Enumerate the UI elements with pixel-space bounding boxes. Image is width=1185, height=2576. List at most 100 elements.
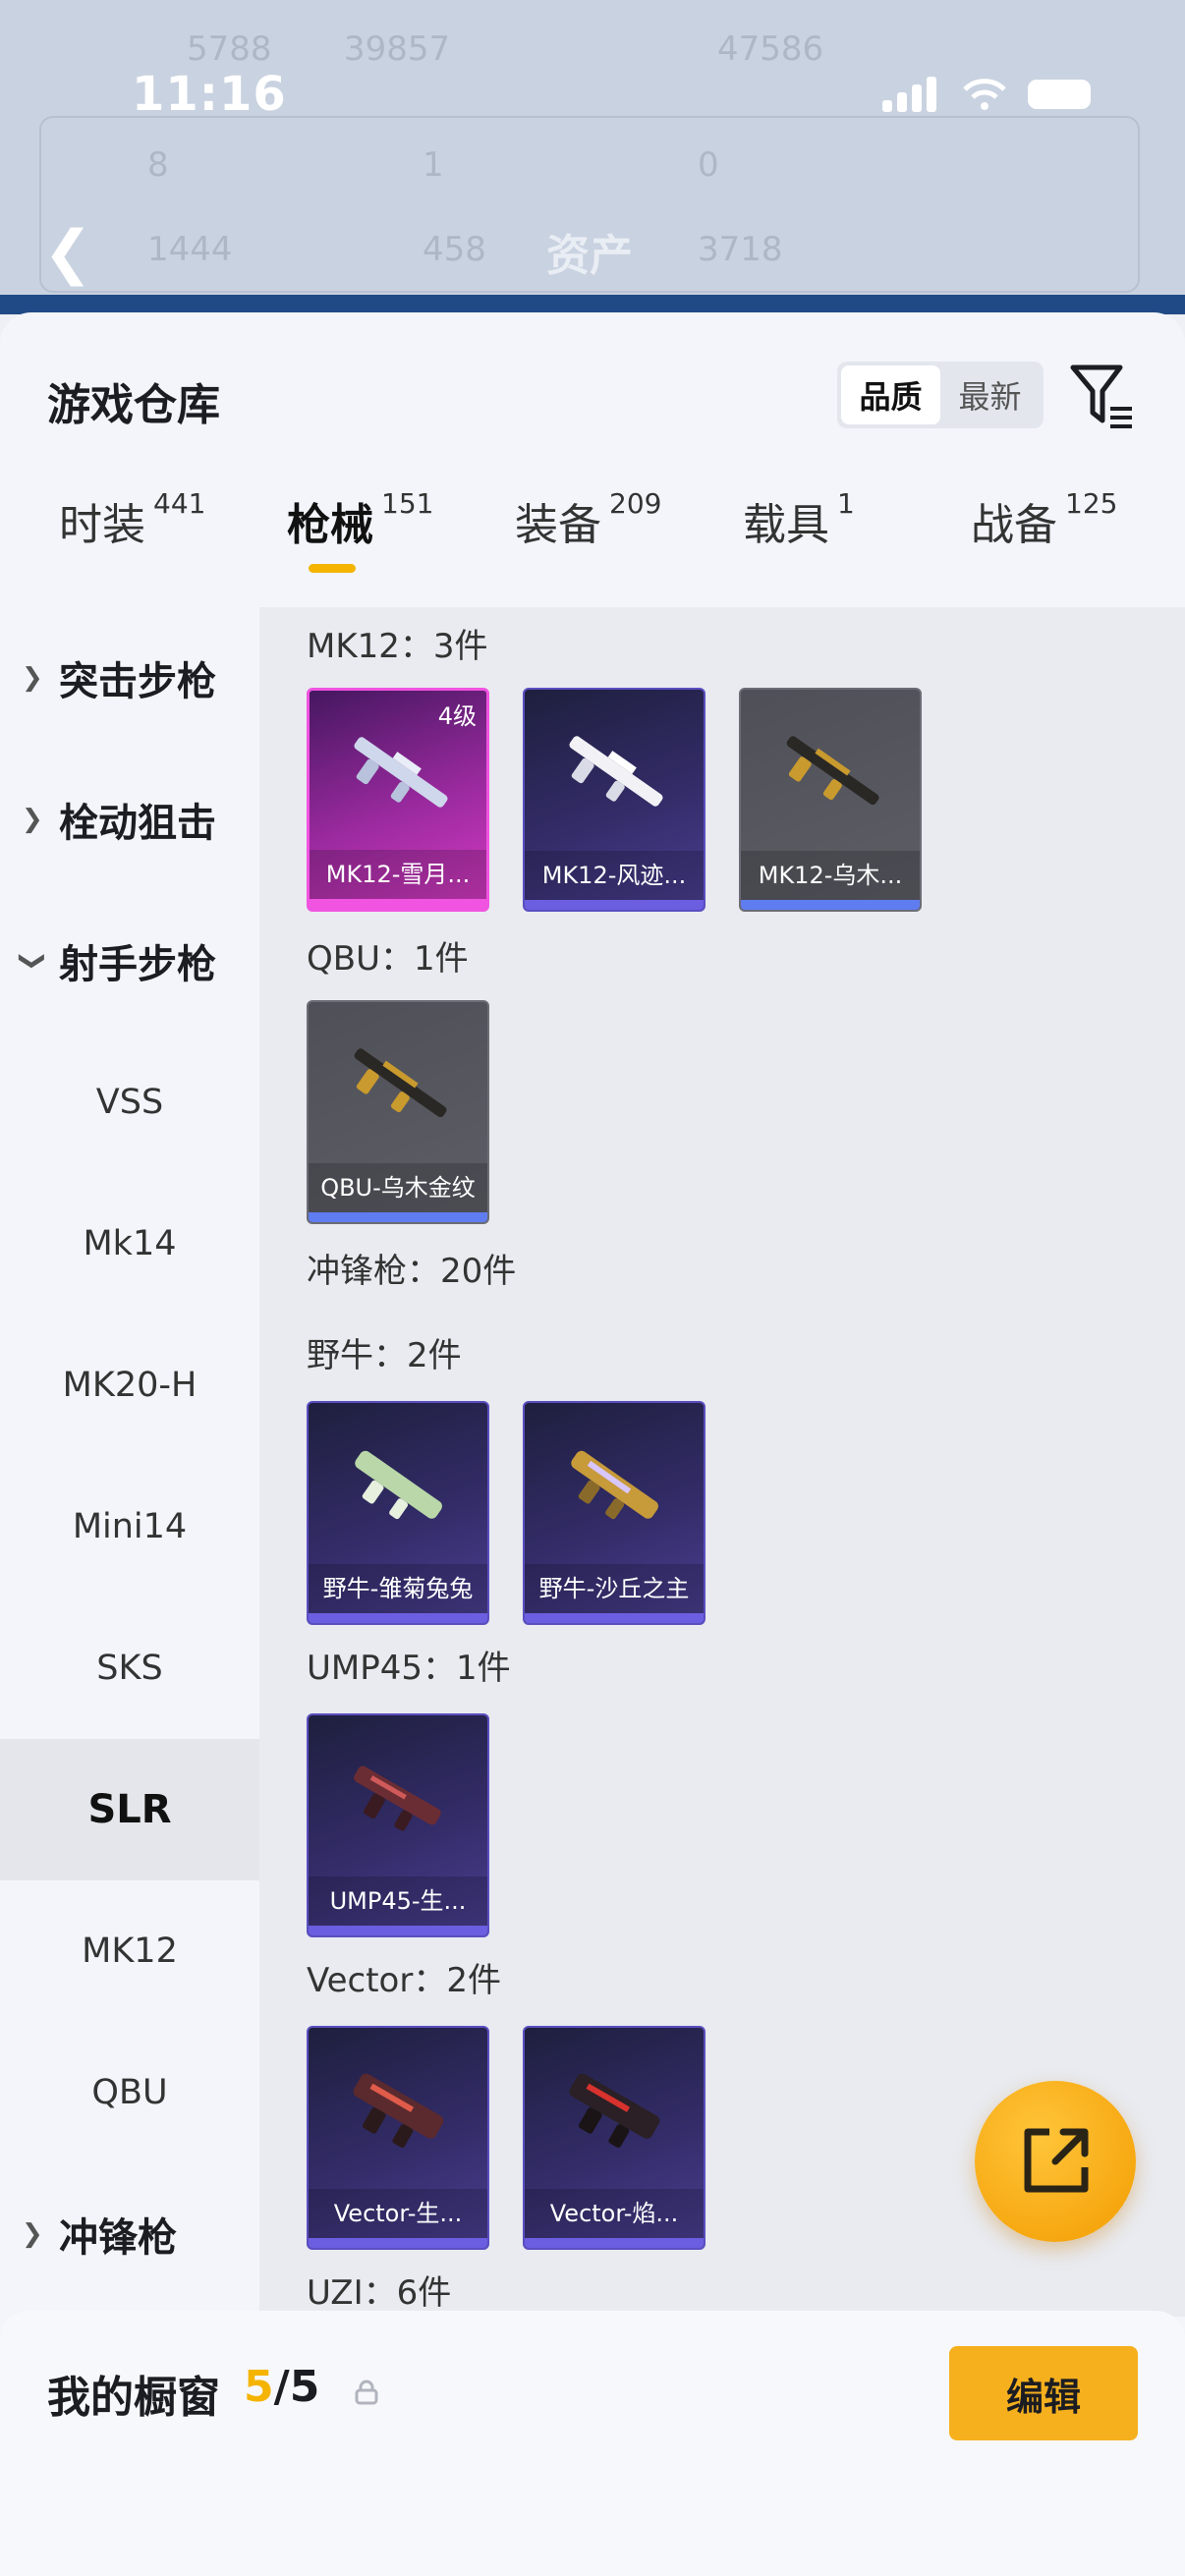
group-title: UMP45：1件 — [307, 1649, 511, 1688]
sidebar-item-mk20h[interactable]: MK20-H — [0, 1315, 259, 1456]
smg-icon — [355, 1450, 442, 1520]
weapon-sidebar: ❯ 突击步枪 ❯ 栓动狙击 ❯ 射手步枪 VSS Mk14 MK20-H Mini14… — [0, 607, 259, 2317]
bg-text: 47586 — [717, 29, 824, 69]
rarity-bar — [309, 1926, 487, 1935]
weapon-card[interactable]: Vector-焰... — [523, 2026, 705, 2250]
back-arrow-icon[interactable]: ❮ — [43, 218, 92, 287]
weapon-name: UMP45-生... — [309, 1876, 487, 1926]
weapon-name: Vector-焰... — [525, 2189, 704, 2238]
status-time: 11:16 — [132, 67, 287, 122]
group-title: 野牛：2件 — [307, 1336, 462, 1375]
group-title: Vector：2件 — [307, 1961, 501, 2000]
sidebar-item-vss[interactable]: VSS — [0, 1032, 259, 1173]
rifle-icon — [786, 736, 879, 806]
tab-label: 载具 — [743, 500, 829, 550]
tab-label: 装备 — [515, 500, 601, 550]
tab-count: 151 — [381, 487, 434, 520]
showcase-bar: 我的橱窗 5/5 编辑 — [0, 2311, 1185, 2576]
weapon-name: MK12-雪月... — [310, 850, 486, 899]
sort-quality-button[interactable]: 品质 — [841, 365, 940, 424]
bg-text: 39857 — [344, 29, 451, 69]
rarity-bar — [309, 2238, 487, 2248]
filter-icon[interactable] — [1069, 362, 1136, 430]
weapon-name: 野牛-雏菊兔兔 — [309, 1564, 487, 1613]
sidebar-item-marksman-rifles[interactable]: ❯ 射手步枪 — [0, 890, 259, 1032]
showcase-count: 5/5 — [244, 2362, 319, 2412]
sidebar-item-mini14[interactable]: Mini14 — [0, 1456, 259, 1597]
tab-count: 209 — [609, 487, 662, 520]
wifi-icon — [963, 79, 1006, 110]
group-title: UZI：6件 — [307, 2273, 452, 2313]
edit-button[interactable]: 编辑 — [949, 2346, 1138, 2440]
sidebar-item-mk14[interactable]: Mk14 — [0, 1173, 259, 1315]
showcase-count-current: 5 — [244, 2362, 274, 2412]
sort-newest-button[interactable]: 最新 — [940, 365, 1040, 424]
bg-text: 458 — [423, 230, 486, 269]
sidebar-item-label: 栓动狙击 — [59, 801, 216, 846]
rarity-bar — [309, 1212, 487, 1222]
weapon-grid: MK12：3件 4级 MK12-雪月... MK12-风迹... MK12-乌木… — [259, 607, 1185, 2317]
signal-icon — [882, 77, 941, 112]
weapon-card[interactable]: MK12-风迹... — [523, 688, 705, 912]
share-icon — [1024, 2128, 1089, 2193]
rarity-bar — [741, 900, 920, 910]
weapon-name: MK12-风迹... — [525, 851, 704, 900]
sidebar-item-mk12[interactable]: MK12 — [0, 1880, 259, 2022]
sidebar-item-label: 突击步枪 — [59, 659, 216, 704]
tab-active-indicator — [309, 564, 356, 573]
group-title: 冲锋枪：20件 — [307, 1252, 517, 1291]
weapon-card[interactable]: Vector-生... — [307, 2026, 489, 2250]
tab-label: 枪械 — [287, 500, 373, 550]
weapon-card[interactable]: MK12-乌木... — [739, 688, 922, 912]
weapon-name: QBU-乌木金纹 — [309, 1163, 487, 1212]
rifle-icon — [354, 737, 448, 808]
warehouse-sheet: 游戏仓库 品质 最新 时装 441 枪械 151 装备 209 载具 1 战备 125 ❯… — [0, 312, 1185, 2576]
bg-text: 1 — [423, 145, 444, 185]
sidebar-item-assault-rifles[interactable]: ❯ 突击步枪 — [0, 607, 259, 749]
bg-text: 3718 — [698, 230, 783, 269]
tab-count: 441 — [153, 487, 206, 520]
weapon-card[interactable]: 野牛-雏菊兔兔 — [307, 1401, 489, 1625]
sidebar-item-sks[interactable]: SKS — [0, 1597, 259, 1739]
sort-toggle: 品质 最新 — [837, 362, 1044, 428]
rarity-bar — [525, 900, 704, 910]
tab-equipment[interactable]: 装备 209 — [515, 487, 662, 552]
weapon-card[interactable]: 野牛-沙丘之主 — [523, 1401, 705, 1625]
rarity-bar — [310, 899, 486, 909]
category-tabs: 时装 441 枪械 151 装备 209 载具 1 战备 125 — [0, 487, 1185, 607]
bg-text: 5788 — [187, 29, 272, 69]
weapon-card[interactable]: UMP45-生... — [307, 1713, 489, 1937]
bg-text: 1444 — [147, 230, 233, 269]
showcase-count-total: /5 — [273, 2362, 320, 2412]
sidebar-item-smg[interactable]: ❯ 冲锋枪 — [0, 2163, 259, 2305]
sidebar-item-label: 射手步枪 — [59, 942, 216, 987]
rarity-bar — [525, 1613, 704, 1623]
sidebar-item-slr[interactable]: SLR — [0, 1739, 259, 1880]
smg-icon — [353, 2073, 444, 2148]
rifle-icon — [354, 1048, 447, 1118]
chevron-right-icon: ❯ — [22, 663, 43, 693]
battery-icon — [1028, 80, 1091, 109]
weapon-name: 野牛-沙丘之主 — [525, 1564, 704, 1613]
tab-vehicles[interactable]: 载具 1 — [743, 487, 855, 552]
tab-fashion[interactable]: 时装 441 — [59, 487, 206, 552]
rifle-icon — [569, 736, 663, 807]
weapon-name: Vector-生... — [309, 2189, 487, 2238]
chevron-right-icon: ❯ — [22, 2219, 43, 2249]
tab-tactical[interactable]: 战备 125 — [971, 487, 1117, 552]
tab-label: 时装 — [59, 500, 145, 550]
sidebar-item-qbu[interactable]: QBU — [0, 2022, 259, 2163]
share-fab-button[interactable] — [975, 2081, 1136, 2242]
group-title: MK12：3件 — [307, 627, 488, 666]
weapon-card[interactable]: QBU-乌木金纹 — [307, 1000, 489, 1224]
weapon-card[interactable]: 4级 MK12-雪月... — [307, 688, 489, 912]
rarity-bar — [309, 1613, 487, 1623]
tab-firearms[interactable]: 枪械 151 — [287, 487, 434, 573]
smg-icon — [571, 1450, 658, 1520]
group-title: QBU：1件 — [307, 939, 469, 979]
sidebar-item-bolt-action[interactable]: ❯ 栓动狙击 — [0, 749, 259, 890]
weapon-name: MK12-乌木... — [741, 851, 920, 900]
bg-text: 8 — [147, 145, 169, 185]
smg-icon — [354, 1765, 441, 1831]
bg-text: 0 — [698, 145, 719, 185]
